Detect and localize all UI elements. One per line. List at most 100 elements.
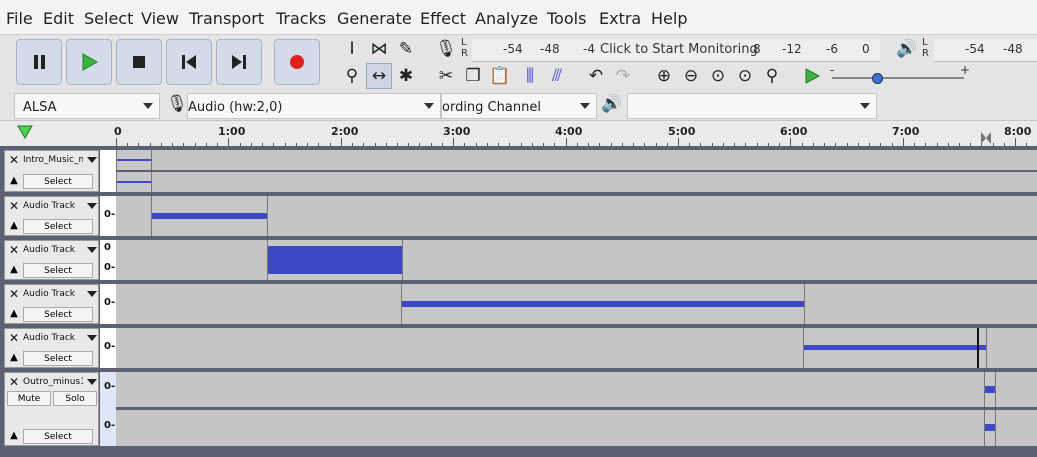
play-head-marker-icon[interactable] bbox=[16, 123, 36, 141]
menu-bar: File Edit Select View Transport Tracks G… bbox=[0, 0, 1037, 34]
channel-left[interactable] bbox=[116, 372, 1037, 407]
zoom-toggle-icon[interactable]: ⚲ bbox=[760, 64, 784, 88]
audio-clip[interactable] bbox=[267, 240, 403, 280]
draw-tool-icon[interactable]: ✎ bbox=[394, 37, 418, 61]
track-menu-chevron-icon[interactable] bbox=[87, 335, 97, 341]
track-menu-chevron-icon[interactable] bbox=[87, 203, 97, 209]
track-menu-chevron-icon[interactable] bbox=[87, 157, 97, 163]
menu-edit[interactable]: Edit bbox=[43, 9, 74, 28]
pause-button[interactable] bbox=[16, 39, 62, 85]
time-shift-tool-icon[interactable]: ↔ bbox=[366, 63, 392, 89]
timeline-ruler[interactable]: 0 1:00 2:00 3:00 4:00 5:00 6:00 7:00 8:0… bbox=[0, 120, 1037, 147]
stop-button[interactable] bbox=[116, 39, 162, 85]
mute-button[interactable]: Mute bbox=[7, 391, 51, 406]
output-device-select[interactable] bbox=[627, 93, 877, 119]
silence-icon[interactable]: ⫻ bbox=[545, 64, 569, 88]
channel-right[interactable] bbox=[116, 172, 1037, 192]
audio-clip[interactable] bbox=[803, 328, 987, 368]
close-track-icon[interactable]: ✕ bbox=[7, 375, 21, 389]
zoom-in-icon[interactable]: ⊕ bbox=[652, 64, 676, 88]
close-track-icon[interactable]: ✕ bbox=[7, 199, 21, 213]
channel[interactable] bbox=[116, 328, 1037, 368]
fit-selection-icon[interactable]: ⊙ bbox=[706, 64, 730, 88]
audio-clip[interactable] bbox=[116, 150, 152, 170]
trim-icon[interactable]: ⫼ bbox=[518, 64, 542, 88]
channel-left[interactable] bbox=[116, 150, 1037, 170]
audio-clip[interactable] bbox=[984, 372, 996, 407]
zoom-tool-icon[interactable]: ⚲ bbox=[340, 64, 364, 88]
vertical-ruler: 0- 0- bbox=[100, 372, 116, 446]
waveform bbox=[268, 246, 402, 274]
skip-start-button[interactable] bbox=[166, 39, 212, 85]
collapse-track-icon[interactable]: ▲ bbox=[7, 351, 21, 365]
collapse-track-icon[interactable]: ▲ bbox=[7, 174, 21, 188]
ruler-label: 0- bbox=[104, 297, 116, 308]
track-select-button[interactable]: Select bbox=[23, 174, 93, 189]
collapse-track-icon[interactable]: ▲ bbox=[7, 307, 21, 321]
collapse-track-icon[interactable]: ▲ bbox=[7, 219, 21, 233]
audio-clip[interactable] bbox=[151, 196, 268, 236]
track-name-button[interactable]: Intro_Music_min bbox=[23, 153, 83, 167]
track-menu-chevron-icon[interactable] bbox=[87, 379, 97, 385]
audio-clip[interactable] bbox=[984, 410, 996, 446]
audio-clip[interactable] bbox=[116, 172, 152, 192]
track-select-button[interactable]: Select bbox=[23, 429, 93, 444]
collapse-track-icon[interactable]: ▲ bbox=[7, 263, 21, 277]
menu-generate[interactable]: Generate bbox=[337, 9, 412, 28]
menu-effect[interactable]: Effect bbox=[420, 9, 466, 28]
close-track-icon[interactable]: ✕ bbox=[7, 331, 21, 345]
collapse-track-icon[interactable]: ▲ bbox=[7, 429, 21, 443]
play-at-speed-icon[interactable] bbox=[800, 64, 824, 88]
stop-icon bbox=[133, 56, 145, 68]
playback-speed-slider[interactable]: - + bbox=[828, 63, 970, 89]
track-name-button[interactable]: Audio Track bbox=[23, 243, 83, 257]
track-select-button[interactable]: Select bbox=[23, 263, 93, 278]
close-track-icon[interactable]: ✕ bbox=[7, 243, 21, 257]
host-select[interactable]: ALSA bbox=[14, 93, 160, 119]
channel-right[interactable] bbox=[116, 410, 1037, 446]
track-name-button[interactable]: Audio Track bbox=[23, 287, 83, 301]
close-track-icon[interactable]: ✕ bbox=[7, 287, 21, 301]
fit-project-icon[interactable]: ⊙ bbox=[733, 64, 757, 88]
monitoring-prompt[interactable]: Click to Start Monitoring bbox=[600, 42, 758, 57]
close-track-icon[interactable]: ✕ bbox=[7, 153, 21, 167]
input-device-select[interactable]: Audio (hw:2,0) bbox=[187, 93, 441, 119]
solo-button[interactable]: Solo bbox=[53, 391, 97, 406]
record-button[interactable] bbox=[274, 39, 320, 85]
track-name-button[interactable]: Audio Track bbox=[23, 199, 83, 213]
channel[interactable] bbox=[116, 284, 1037, 324]
menu-select[interactable]: Select bbox=[84, 9, 133, 28]
channel[interactable] bbox=[116, 196, 1037, 236]
redo-icon[interactable]: ↷ bbox=[611, 64, 635, 88]
menu-file[interactable]: File bbox=[6, 9, 33, 28]
track-name-button[interactable]: Outro_minus10 bbox=[23, 375, 83, 389]
track-menu-chevron-icon[interactable] bbox=[87, 291, 97, 297]
cut-icon[interactable]: ✂ bbox=[434, 64, 458, 88]
paste-icon[interactable]: 📋 bbox=[488, 64, 512, 88]
menu-extra[interactable]: Extra bbox=[599, 9, 641, 28]
menu-view[interactable]: View bbox=[141, 9, 179, 28]
menu-help[interactable]: Help bbox=[651, 9, 687, 28]
track-select-button[interactable]: Select bbox=[23, 307, 93, 322]
skip-end-button[interactable] bbox=[216, 39, 262, 85]
selection-tool-icon[interactable]: I bbox=[340, 37, 364, 61]
envelope-tool-icon[interactable]: ⋈ bbox=[367, 37, 391, 61]
play-button[interactable] bbox=[66, 39, 112, 85]
track-select-button[interactable]: Select bbox=[23, 351, 93, 366]
channel[interactable] bbox=[116, 240, 1037, 280]
menu-tracks[interactable]: Tracks bbox=[276, 9, 326, 28]
slider-thumb[interactable] bbox=[872, 73, 883, 84]
menu-analyze[interactable]: Analyze bbox=[475, 9, 538, 28]
multi-tool-icon[interactable]: ✱ bbox=[394, 64, 418, 88]
track-select-button[interactable]: Select bbox=[23, 219, 93, 234]
undo-icon[interactable]: ↶ bbox=[584, 64, 608, 88]
audio-clip[interactable] bbox=[401, 284, 805, 324]
recording-channels-select[interactable]: ording Channel bbox=[441, 93, 597, 119]
track-name-button[interactable]: Audio Track bbox=[23, 331, 83, 345]
track-menu-chevron-icon[interactable] bbox=[87, 247, 97, 253]
copy-icon[interactable]: ❐ bbox=[461, 64, 485, 88]
timeline-label: 0 bbox=[114, 125, 122, 138]
menu-tools[interactable]: Tools bbox=[547, 9, 586, 28]
menu-transport[interactable]: Transport bbox=[189, 9, 264, 28]
zoom-out-icon[interactable]: ⊖ bbox=[679, 64, 703, 88]
